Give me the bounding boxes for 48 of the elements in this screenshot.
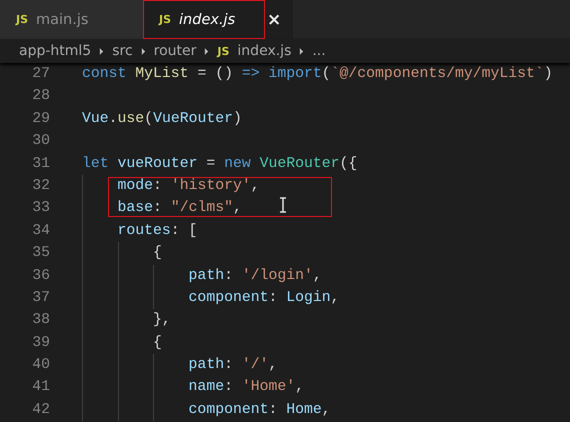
code-line: mode: 'history', bbox=[116, 176, 260, 196]
chevron-icon bbox=[99, 46, 104, 56]
text-cursor-icon bbox=[279, 197, 287, 213]
line-number: 29 bbox=[31, 110, 50, 129]
code-line: let vueRouter = new VueRouter({ bbox=[82, 154, 358, 174]
breadcrumb-item[interactable]: app-html5 bbox=[19, 43, 92, 59]
breadcrumb-item[interactable]: index.js bbox=[237, 43, 292, 59]
line-number: 32 bbox=[31, 176, 50, 196]
js-file-icon: JS bbox=[159, 13, 172, 26]
code-line: routes: [ bbox=[116, 222, 198, 241]
chevron-icon bbox=[299, 46, 304, 56]
line-number: 28 bbox=[31, 87, 50, 106]
tab-label: index.js bbox=[179, 12, 236, 28]
code-line: name: 'Home', bbox=[188, 378, 304, 398]
code-line: Vue.use(VueRouter) bbox=[82, 110, 242, 129]
chevron-icon bbox=[140, 46, 146, 56]
line-number: 33 bbox=[31, 199, 50, 218]
tab-label: main.js bbox=[36, 12, 88, 28]
line-number: 27 bbox=[31, 65, 50, 84]
line-number: 30 bbox=[31, 132, 50, 152]
code-line: path: '/', bbox=[188, 356, 278, 376]
line-number: 39 bbox=[31, 334, 50, 353]
line-number: 31 bbox=[31, 154, 50, 174]
breadcrumb-item[interactable]: ... bbox=[312, 43, 326, 59]
editor-tab[interactable]: JS main.js bbox=[0, 0, 143, 39]
code-line: component: Login, bbox=[188, 288, 340, 308]
chevron-icon bbox=[204, 46, 210, 56]
code-line: path: '/login', bbox=[188, 266, 322, 286]
code-line: { bbox=[152, 334, 162, 353]
code-line: }, bbox=[152, 311, 171, 330]
js-file-icon: JS bbox=[217, 44, 230, 58]
breadcrumb-item[interactable]: router bbox=[154, 43, 196, 59]
line-number: 34 bbox=[31, 222, 50, 241]
code-line: { bbox=[152, 244, 162, 264]
code-line: const MyList = () => import(`@/components/my/myList`) bbox=[82, 65, 553, 84]
close-button[interactable]: × bbox=[265, 0, 294, 39]
line-number: 40 bbox=[31, 356, 50, 376]
code-line: component: Home, bbox=[188, 400, 331, 420]
js-file-icon: JS bbox=[16, 13, 28, 26]
line-number: 42 bbox=[31, 400, 50, 420]
line-number: 38 bbox=[31, 311, 50, 330]
breadcrumb-item[interactable]: src bbox=[112, 43, 133, 59]
line-number: 35 bbox=[31, 244, 50, 264]
line-number: 36 bbox=[31, 266, 50, 286]
line-number: 41 bbox=[31, 378, 50, 398]
code-line: base: "/clms", bbox=[116, 199, 242, 218]
line-number: 37 bbox=[31, 288, 50, 308]
editor-tab[interactable]: JS index.js bbox=[143, 0, 265, 39]
